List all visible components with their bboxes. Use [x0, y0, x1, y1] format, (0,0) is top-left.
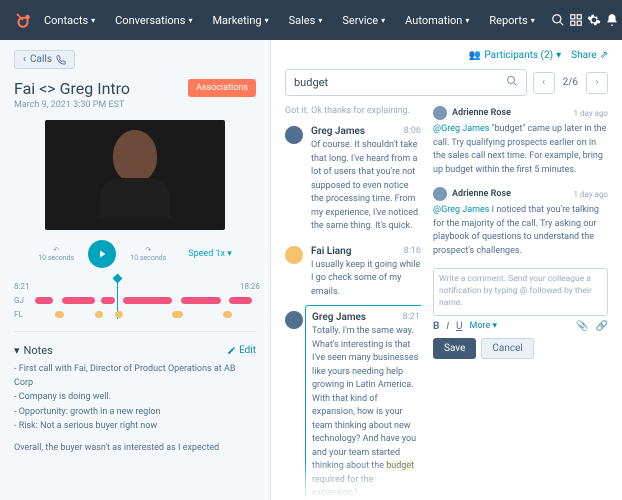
avatar-fai [285, 246, 303, 264]
comments-sidebar: Adrienne Rose1 day ago @Greg James "budg… [433, 106, 608, 500]
nav-conversations[interactable]: Conversations▾ [107, 14, 200, 27]
timeline[interactable]: 8:2118:26 GJ FL [14, 282, 256, 319]
cancel-button[interactable]: Cancel [481, 338, 533, 359]
notes-heading[interactable]: ▾Notes [14, 344, 53, 357]
comment[interactable]: Adrienne Rose1 day ago @Greg James I not… [433, 187, 608, 258]
nav-contacts[interactable]: Contacts▾ [36, 14, 103, 27]
left-panel: ‹Calls Fai <> Greg Intro March 9, 2021 3… [0, 40, 270, 500]
transcript: Got it. Ok thanks for explaining. Greg J… [285, 106, 421, 500]
forward-button[interactable]: ↷10 seconds [130, 246, 166, 262]
link-icon[interactable]: 🔗 [596, 321, 608, 332]
pager-count: 2/6 [559, 77, 582, 88]
italic-button[interactable]: I [446, 321, 449, 332]
video-thumbnail[interactable] [45, 120, 225, 230]
call-date: March 9, 2021 3:30 PM EST [14, 100, 130, 110]
comment[interactable]: Adrienne Rose1 day ago @Greg James "budg… [433, 106, 608, 177]
bold-button[interactable]: B [433, 321, 439, 332]
call-title: Fai <> Greg Intro [14, 79, 130, 98]
back-button[interactable]: ‹Calls [14, 50, 75, 69]
attach-icon[interactable]: 📎 [576, 321, 588, 332]
nav-marketing[interactable]: Marketing▾ [204, 14, 276, 27]
comment-avatar [433, 106, 447, 120]
associations-button[interactable]: Associations [188, 79, 256, 97]
context-line: Got it. Ok thanks for explaining. [285, 106, 421, 116]
speed-button[interactable]: Speed 1x ▾ [188, 249, 232, 259]
marketplace-icon[interactable] [569, 7, 583, 33]
pager-prev[interactable]: ‹ [533, 72, 555, 94]
pager: ‹ 2/6 › [533, 72, 608, 94]
nav-sales[interactable]: Sales▾ [281, 14, 331, 27]
search-box[interactable] [285, 69, 527, 96]
speaker-fl: FL [14, 310, 30, 319]
search-icon[interactable] [551, 7, 565, 33]
more-button[interactable]: More ▾ [470, 321, 497, 331]
participants-button[interactable]: 👥 Participants (2) ▾ [469, 50, 561, 61]
bell-icon[interactable] [605, 7, 619, 33]
center-panel: 👥 Participants (2) ▾ Share ⇗ ‹ 2/6 › Got… [270, 40, 622, 500]
transcript-msg[interactable]: Fai Liang8:16I usually keep it going whi… [285, 246, 421, 300]
comment-avatar [433, 187, 447, 201]
edit-notes-button[interactable]: Edit [227, 345, 256, 356]
underline-button[interactable]: U [456, 321, 462, 332]
avatar-greg [285, 126, 303, 144]
compose-toolbar: B I U More ▾ 📎 🔗 [433, 321, 608, 332]
top-nav: Contacts▾ Conversations▾ Marketing▾ Sale… [0, 0, 622, 40]
nav-automation[interactable]: Automation▾ [397, 14, 477, 27]
rewind-button[interactable]: ↶10 seconds [38, 246, 74, 262]
nav-service[interactable]: Service▾ [334, 14, 393, 27]
save-button[interactable]: Save [433, 338, 476, 359]
transcript-msg[interactable]: Greg James8:06Of course. It shouldn't ta… [285, 126, 421, 234]
nav-reports[interactable]: Reports▾ [481, 14, 542, 27]
notes-body: - First call with Fai, Director of Produ… [14, 363, 256, 455]
comment-compose[interactable]: Write a comment. Send your colleague a n… [433, 268, 608, 316]
hubspot-logo[interactable] [14, 10, 32, 30]
search-icon [506, 75, 518, 90]
pager-next[interactable]: › [586, 72, 608, 94]
play-button[interactable] [88, 240, 116, 268]
avatar-greg [285, 311, 303, 329]
gear-icon[interactable] [587, 7, 601, 33]
speaker-gj: GJ [14, 296, 30, 305]
share-button[interactable]: Share ⇗ [571, 50, 608, 61]
search-input[interactable] [294, 76, 506, 89]
